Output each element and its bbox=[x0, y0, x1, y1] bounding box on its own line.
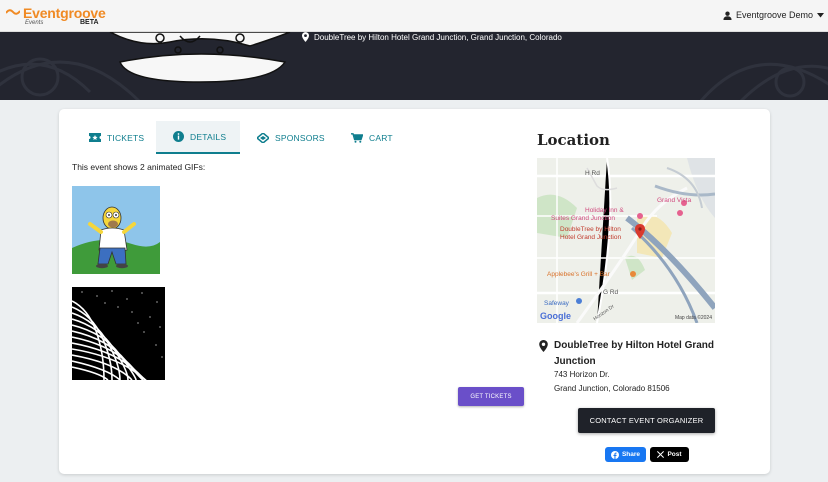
banner-location: DoubleTree by Hilton Hotel Grand Junctio… bbox=[302, 32, 562, 42]
caret-down-icon bbox=[817, 12, 824, 17]
map-label-safeway: Safeway bbox=[544, 300, 569, 307]
ticket-icon bbox=[89, 133, 101, 142]
facebook-icon bbox=[610, 450, 619, 459]
user-icon bbox=[723, 11, 732, 20]
user-name: Eventgroove Demo bbox=[735, 10, 813, 20]
map-label-h-rd: H Rd bbox=[585, 170, 600, 177]
handshake-icon bbox=[257, 132, 269, 143]
map-pin-icon bbox=[302, 32, 309, 42]
tab-sponsors-label: SPONSORS bbox=[275, 132, 325, 143]
event-banner: DoubleTree by Hilton Hotel Grand Junctio… bbox=[0, 32, 828, 100]
beta-badge: BETA bbox=[80, 19, 99, 26]
brand-subtitle: Events bbox=[25, 20, 44, 26]
map-copyright: Map data ©2024 bbox=[674, 315, 712, 321]
map-label-g-rd: G Rd bbox=[603, 289, 619, 296]
tab-tickets-label: TICKETS bbox=[107, 132, 145, 143]
location-heading: Location bbox=[537, 131, 610, 149]
event-tabs: TICKETS DETAILS SPONSORS CART bbox=[72, 121, 404, 155]
facebook-share-button[interactable]: Share bbox=[605, 447, 646, 462]
map-label-holiday-inn: Holiday Inn & bbox=[585, 207, 624, 214]
tab-details[interactable]: DETAILS bbox=[156, 121, 240, 154]
x-post-label: Post bbox=[667, 451, 682, 458]
venue-address-street: 743 Horizon Dr. bbox=[554, 370, 610, 379]
tab-cart-label: CART bbox=[369, 132, 393, 143]
map-label-doubletree: DoubleTree by Hilton bbox=[560, 226, 621, 233]
map-label-applebees: Applebee's Grill + Bar bbox=[547, 271, 610, 278]
top-navbar: Eventgroove Events BETA Eventgroove Demo bbox=[0, 0, 828, 32]
x-logo-icon bbox=[657, 451, 665, 458]
banner-location-text: DoubleTree by Hilton Hotel Grand Junctio… bbox=[314, 32, 562, 42]
animated-gif-wave-pattern bbox=[72, 287, 165, 380]
event-details-card: TICKETS DETAILS SPONSORS CART This event… bbox=[59, 109, 770, 474]
venue-address-city: Grand Junction, Colorado 81506 bbox=[554, 384, 670, 393]
contact-organizer-button[interactable]: CONTACT EVENT ORGANIZER bbox=[578, 408, 715, 433]
get-tickets-button[interactable]: GET TICKETS bbox=[458, 387, 524, 406]
map-label-doubletree-line2: Hotel Grand Junction bbox=[560, 234, 622, 241]
location-map[interactable]: H Rd Grand Vista Holiday Inn & Suites Gr… bbox=[537, 158, 715, 323]
tab-details-label: DETAILS bbox=[190, 131, 227, 142]
crown-artwork bbox=[0, 32, 828, 100]
tab-tickets[interactable]: TICKETS bbox=[72, 121, 156, 154]
tab-cart[interactable]: CART bbox=[334, 121, 404, 154]
event-description: This event shows 2 animated GIFs: bbox=[72, 162, 206, 172]
map-label-grand-vista: Grand Vista bbox=[657, 197, 692, 204]
map-label-holiday-inn-line2: Suites Grand Junction bbox=[551, 215, 615, 222]
google-logo: Google bbox=[540, 311, 571, 321]
tab-sponsors[interactable]: SPONSORS bbox=[240, 121, 334, 154]
user-menu[interactable]: Eventgroove Demo bbox=[723, 10, 824, 20]
info-icon bbox=[173, 131, 184, 142]
map-pin-icon bbox=[539, 340, 548, 352]
x-post-button[interactable]: Post bbox=[650, 447, 689, 462]
wave-icon bbox=[6, 9, 20, 15]
cart-icon bbox=[351, 132, 363, 143]
animated-gif-cartoon bbox=[72, 186, 160, 274]
facebook-share-label: Share bbox=[621, 451, 641, 458]
venue-name: DoubleTree by Hilton Hotel Grand Junctio… bbox=[554, 340, 715, 367]
